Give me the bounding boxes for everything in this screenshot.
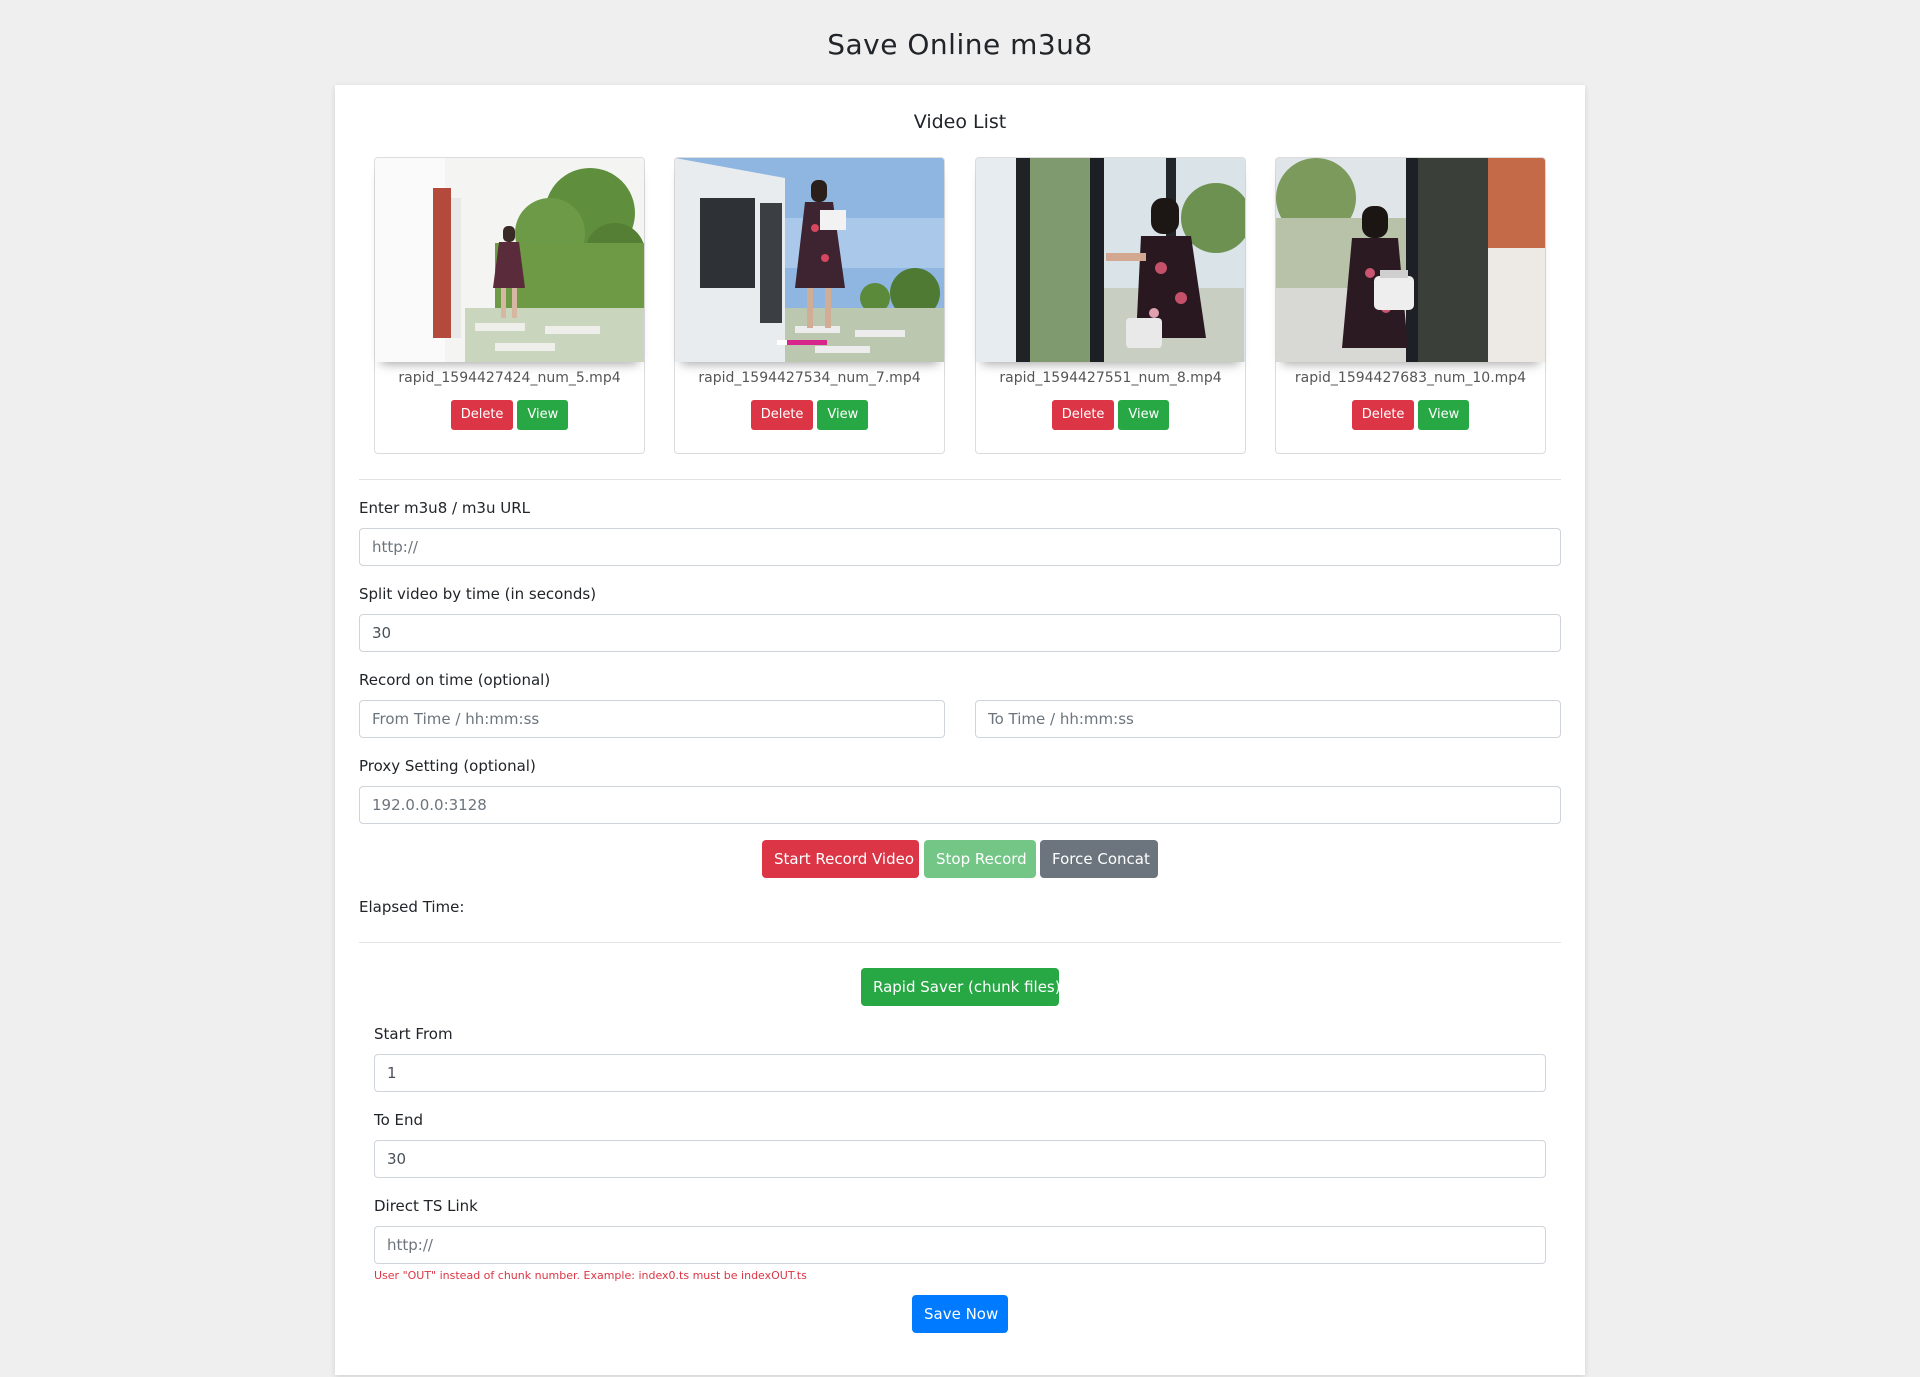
video-thumbnail[interactable] <box>976 158 1245 362</box>
record-time-label: Record on time (optional) <box>359 671 551 689</box>
save-now-button[interactable]: Save Now <box>912 1295 1008 1333</box>
to-end-input[interactable] <box>374 1140 1546 1178</box>
elapsed-time-label: Elapsed Time: <box>359 898 465 916</box>
video-list: rapid_1594427424_num_5.mp4 Delete View r… <box>374 157 1546 457</box>
video-card: rapid_1594427551_num_8.mp4 Delete View <box>975 157 1246 454</box>
from-time-input[interactable] <box>359 700 945 738</box>
start-record-button[interactable]: Start Record Video <box>762 840 919 878</box>
to-end-label: To End <box>374 1111 424 1129</box>
rapid-saver-button[interactable]: Rapid Saver (chunk files) <box>861 968 1061 1006</box>
video-thumbnail[interactable] <box>1276 158 1545 362</box>
divider <box>359 942 1561 943</box>
video-thumbnail[interactable] <box>675 158 944 362</box>
delete-video-button[interactable]: Delete <box>450 400 514 430</box>
video-filename: rapid_1594427551_num_8.mp4 <box>999 370 1222 386</box>
card-body: Video List rapid_1594427424_num_5.mp4 De… <box>359 85 1561 1375</box>
delete-video-button[interactable]: Delete <box>1351 400 1415 430</box>
proxy-label: Proxy Setting (optional) <box>359 757 536 775</box>
ts-link-hint: User "OUT" instead of chunk number. Exam… <box>374 1269 807 1282</box>
video-thumbnail-image <box>976 158 1245 362</box>
view-video-button[interactable]: View <box>1418 400 1470 430</box>
video-filename: rapid_1594427534_num_7.mp4 <box>698 370 921 386</box>
to-time-input[interactable] <box>975 700 1561 738</box>
divider <box>359 479 1561 480</box>
main-card: Video List rapid_1594427424_num_5.mp4 De… <box>335 85 1585 1375</box>
view-video-button[interactable]: View <box>517 400 569 430</box>
page-title: Save Online m3u8 <box>827 28 1093 61</box>
force-concat-button[interactable]: Force Concat <box>1040 840 1158 878</box>
video-actions: Delete View <box>1276 400 1545 430</box>
url-label: Enter m3u8 / m3u URL <box>359 499 531 517</box>
video-thumbnail-image <box>1276 158 1545 362</box>
start-from-label: Start From <box>374 1025 453 1043</box>
view-video-button[interactable]: View <box>1118 400 1170 430</box>
delete-video-button[interactable]: Delete <box>1051 400 1115 430</box>
video-list-title: Video List <box>913 111 1007 133</box>
video-thumbnail[interactable] <box>375 158 644 362</box>
video-card: rapid_1594427424_num_5.mp4 Delete View <box>374 157 645 454</box>
video-actions: Delete View <box>976 400 1245 430</box>
video-thumbnail-image <box>375 158 644 362</box>
m3u8-url-input[interactable] <box>359 528 1561 566</box>
video-card: rapid_1594427534_num_7.mp4 Delete View <box>674 157 945 454</box>
video-thumbnail-image <box>675 158 944 362</box>
split-time-input[interactable] <box>359 614 1561 652</box>
video-actions: Delete View <box>675 400 944 430</box>
video-filename: rapid_1594427424_num_5.mp4 <box>398 370 621 386</box>
video-actions: Delete View <box>375 400 644 430</box>
direct-ts-input[interactable] <box>374 1226 1546 1264</box>
delete-video-button[interactable]: Delete <box>750 400 814 430</box>
start-from-input[interactable] <box>374 1054 1546 1092</box>
video-card: rapid_1594427683_num_10.mp4 Delete View <box>1275 157 1546 454</box>
proxy-input[interactable] <box>359 786 1561 824</box>
stop-record-button[interactable]: Stop Record <box>924 840 1036 878</box>
view-video-button[interactable]: View <box>817 400 869 430</box>
video-filename: rapid_1594427683_num_10.mp4 <box>1294 370 1527 386</box>
split-label: Split video by time (in seconds) <box>359 585 597 603</box>
direct-ts-label: Direct TS Link <box>374 1197 478 1215</box>
